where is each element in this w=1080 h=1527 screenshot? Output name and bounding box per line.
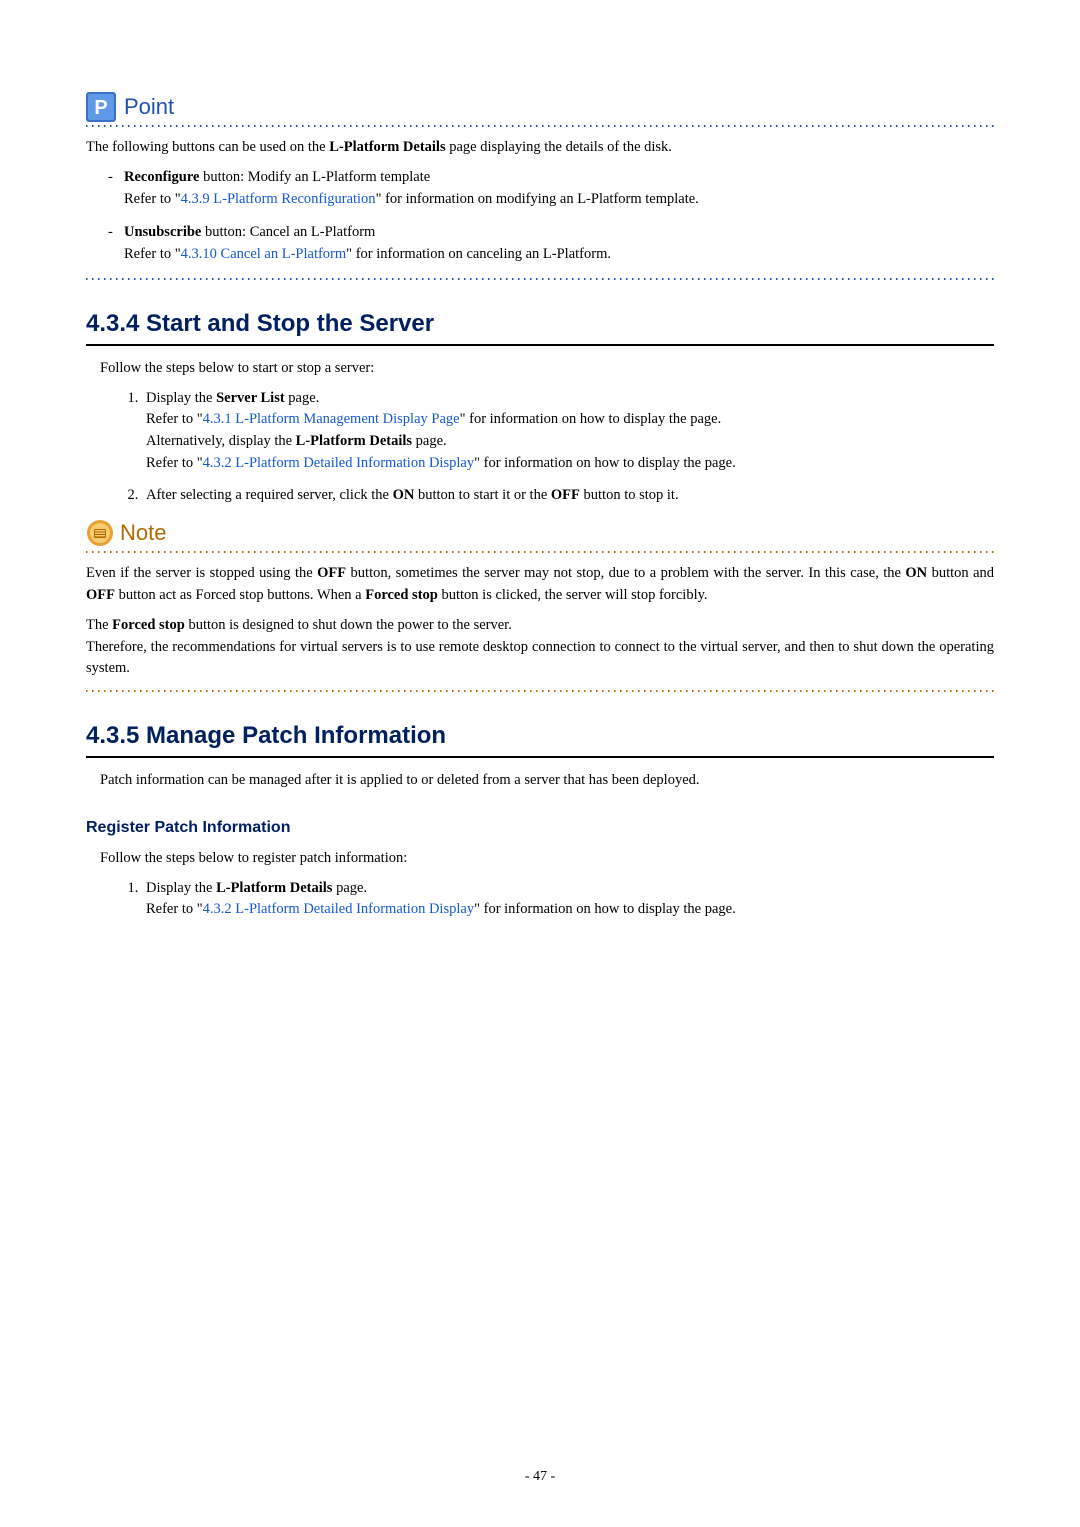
text: " for information on how to display the … (474, 455, 736, 471)
text: button to start it or the (414, 487, 551, 503)
text-bold: L-Platform Details (216, 880, 332, 896)
text: Refer to " (146, 411, 203, 427)
text: page. (285, 390, 320, 406)
text-bold: OFF (86, 587, 115, 603)
text: The (86, 617, 112, 633)
point-label: Point (124, 90, 174, 123)
text: Display the (146, 880, 216, 896)
list-item: After selecting a required server, click… (142, 485, 994, 507)
cross-ref-link[interactable]: 4.3.2 L-Platform Detailed Information Di… (203, 455, 474, 471)
text: Refer to " (124, 246, 181, 262)
page-number: - 47 - (86, 1466, 994, 1487)
point-icon: P (86, 92, 116, 122)
text: button is clicked, the server will stop … (438, 587, 708, 603)
dotted-divider-orange (86, 551, 994, 553)
text: button: Cancel an L-Platform (201, 224, 375, 240)
list-item: Display the L-Platform Details page. Ref… (142, 878, 994, 922)
text-bold: Reconfigure (124, 169, 199, 185)
text-bold: Forced stop (365, 587, 438, 603)
text-bold: OFF (317, 565, 346, 581)
note-p2: The Forced stop button is designed to sh… (86, 615, 994, 680)
section-intro: Patch information can be managed after i… (100, 770, 994, 792)
note-p1: Even if the server is stopped using the … (86, 563, 994, 607)
text: Refer to " (146, 455, 203, 471)
text: Even if the server is stopped using the (86, 565, 317, 581)
subsection-heading: Register Patch Information (86, 816, 994, 840)
cross-ref-link[interactable]: 4.3.1 L-Platform Management Display Page (203, 411, 460, 427)
cross-ref-link[interactable]: 4.3.2 L-Platform Detailed Information Di… (203, 901, 474, 917)
text-bold: ON (905, 565, 927, 581)
text: button to stop it. (580, 487, 679, 503)
cross-ref-link[interactable]: 4.3.9 L-Platform Reconfiguration (181, 191, 376, 207)
section-heading-435: 4.3.5 Manage Patch Information (86, 718, 994, 758)
text: button act as Forced stop buttons. When … (115, 587, 365, 603)
cross-ref-link[interactable]: 4.3.10 Cancel an L-Platform (181, 246, 347, 262)
text-bold: Unsubscribe (124, 224, 201, 240)
text-bold: L-Platform Details (296, 433, 412, 449)
point-callout-header: P Point (86, 90, 994, 123)
svg-text:P: P (94, 97, 107, 119)
list-item: Unsubscribe button: Cancel an L-Platform… (124, 222, 994, 266)
dotted-divider-blue (86, 125, 994, 127)
point-intro: The following buttons can be used on the… (86, 137, 994, 159)
text: " for information on modifying an L-Plat… (376, 191, 699, 207)
note-callout-header: Note (86, 516, 994, 549)
text: button is designed to shut down the powe… (185, 617, 512, 633)
text: Alternatively, display the (146, 433, 296, 449)
point-list: Reconfigure button: Modify an L-Platform… (86, 167, 994, 266)
text: Display the (146, 390, 216, 406)
text: Refer to " (146, 901, 203, 917)
dotted-divider-blue (86, 278, 994, 280)
text: Refer to " (124, 191, 181, 207)
page: P Point The following buttons can be use… (0, 0, 1080, 1527)
steps-list-434: Display the Server List page. Refer to "… (86, 388, 994, 507)
text: page displaying the details of the disk. (446, 139, 672, 155)
section-intro: Follow the steps below to start or stop … (100, 358, 994, 380)
text: page. (332, 880, 367, 896)
section-heading-434: 4.3.4 Start and Stop the Server (86, 306, 994, 346)
text-bold: L-Platform Details (329, 139, 445, 155)
text: " for information on canceling an L-Plat… (346, 246, 611, 262)
text: After selecting a required server, click… (146, 487, 393, 503)
text: button: Modify an L-Platform template (199, 169, 430, 185)
text: " for information on how to display the … (474, 901, 736, 917)
text: Therefore, the recommendations for virtu… (86, 639, 994, 677)
text-bold: OFF (551, 487, 580, 503)
subsection-intro: Follow the steps below to register patch… (100, 848, 994, 870)
text-bold: ON (393, 487, 415, 503)
dotted-divider-orange (86, 690, 994, 692)
note-icon (86, 519, 114, 547)
text-bold: Forced stop (112, 617, 185, 633)
text-bold: Server List (216, 390, 285, 406)
note-label: Note (120, 516, 166, 549)
text: button, sometimes the server may not sto… (346, 565, 905, 581)
list-item: Reconfigure button: Modify an L-Platform… (124, 167, 994, 211)
steps-list-435: Display the L-Platform Details page. Ref… (86, 878, 994, 922)
text: button and (927, 565, 994, 581)
list-item: Display the Server List page. Refer to "… (142, 388, 994, 475)
text: The following buttons can be used on the (86, 139, 329, 155)
text: page. (412, 433, 447, 449)
text: " for information on how to display the … (460, 411, 722, 427)
